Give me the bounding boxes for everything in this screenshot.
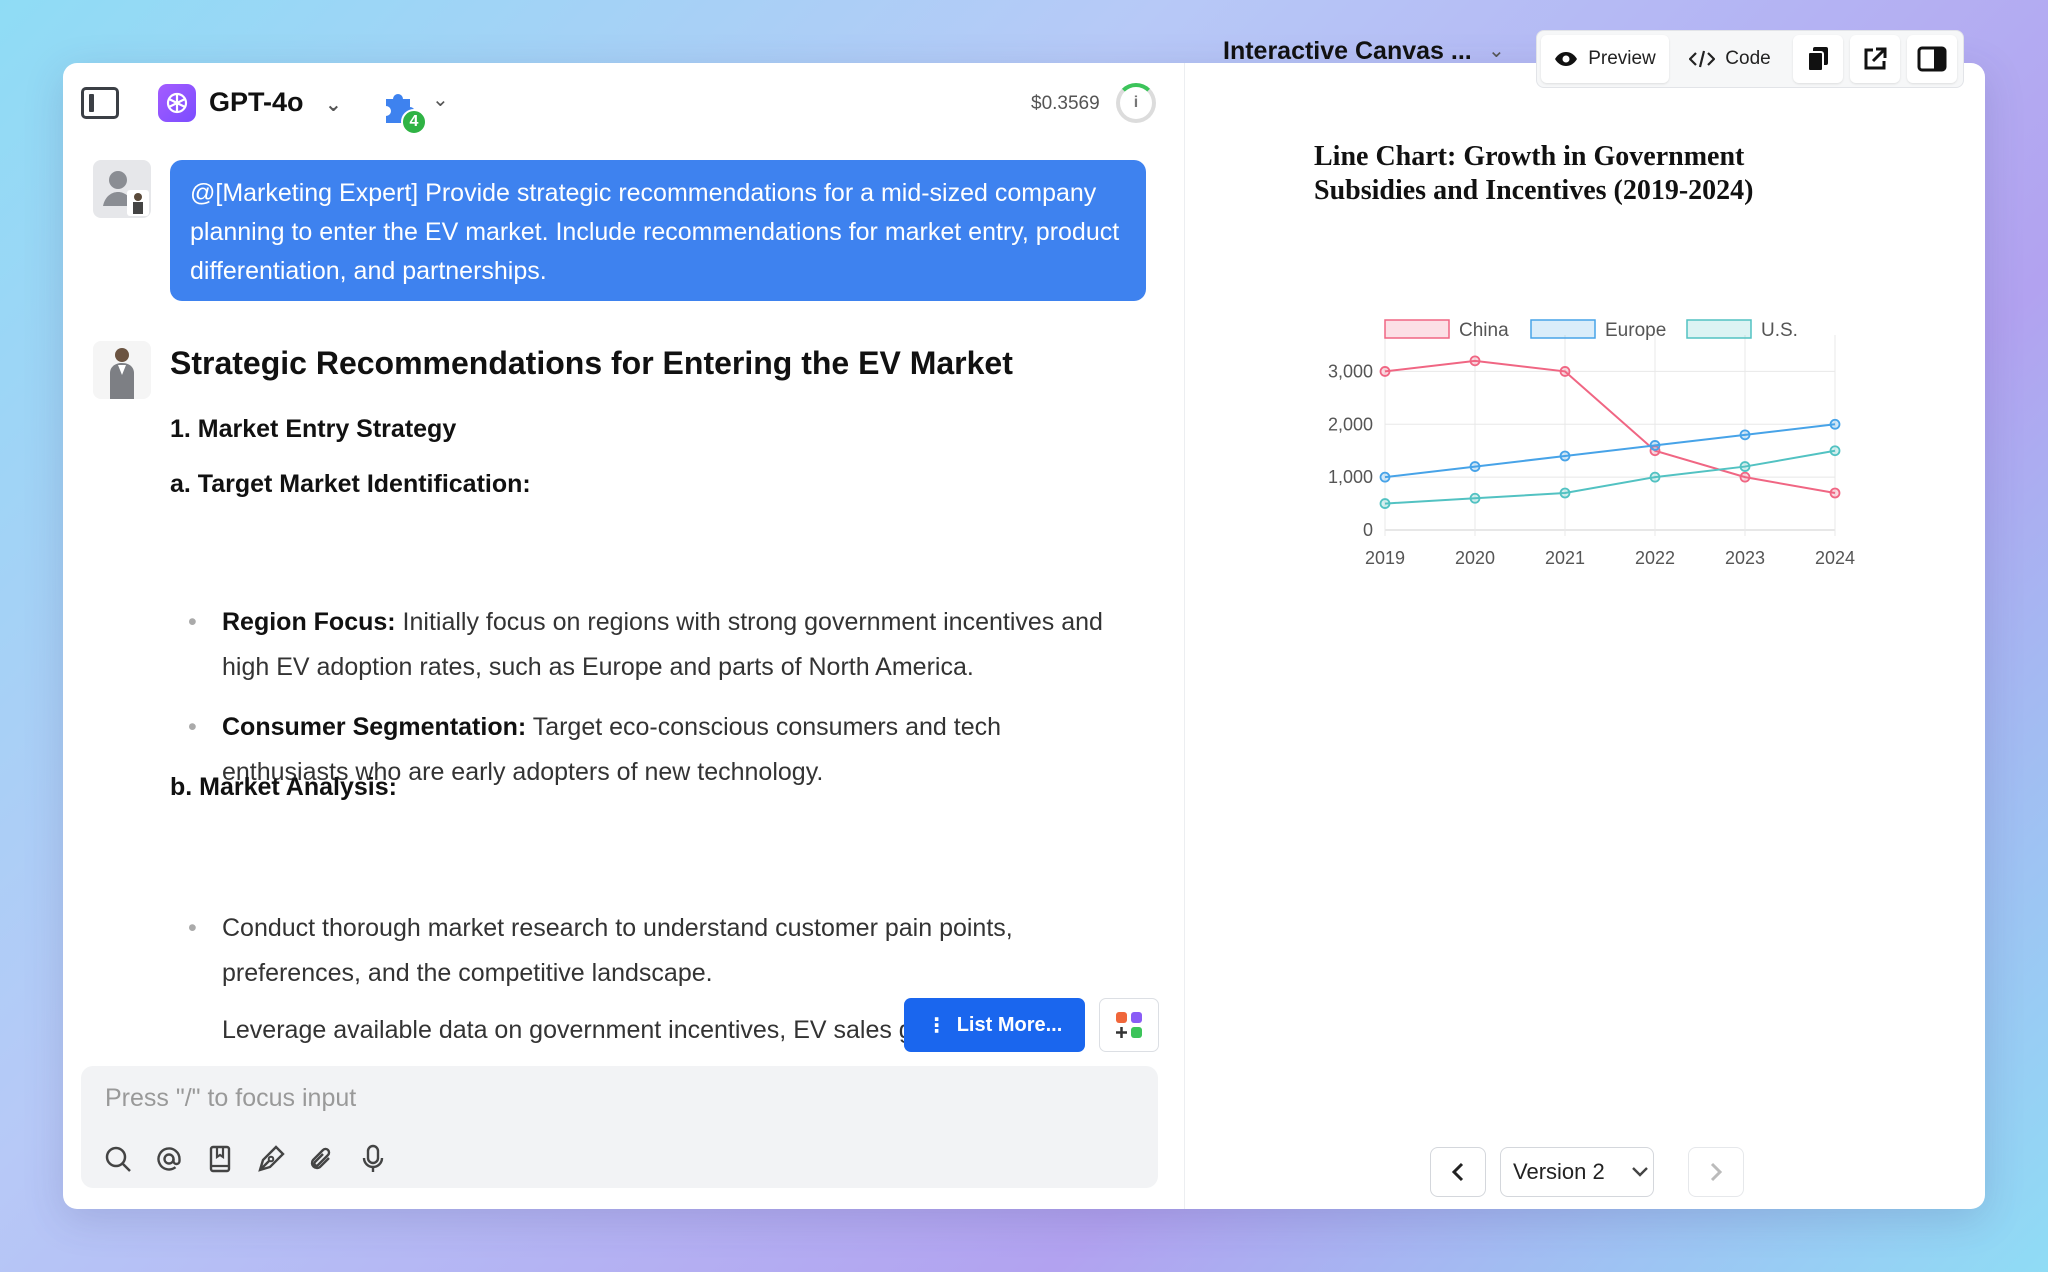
- canvas-pane: [1184, 63, 1985, 1209]
- model-selector[interactable]: GPT-4o ⌄: [209, 87, 342, 118]
- list-item: Conduct thorough market research to unde…: [188, 906, 1127, 996]
- copy-button[interactable]: [1793, 35, 1843, 83]
- cost-display: $0.3569: [1031, 93, 1100, 114]
- data-point: [1469, 492, 1481, 504]
- x-tick-label: 2024: [1815, 548, 1855, 568]
- data-point: [1379, 471, 1391, 483]
- series-line: [1384, 423, 1836, 479]
- user-avatar: [93, 160, 151, 218]
- x-tick-label: 2023: [1725, 548, 1765, 568]
- y-tick-label: 3,000: [1328, 361, 1373, 381]
- list-more-button[interactable]: ⋮ List More...: [904, 998, 1085, 1052]
- data-point: [1739, 461, 1751, 472]
- right-panel-icon: [1917, 46, 1947, 72]
- code-tab[interactable]: Code: [1676, 35, 1784, 83]
- previous-version-button[interactable]: [1430, 1147, 1486, 1197]
- x-tick-label: 2022: [1635, 548, 1675, 568]
- data-point: [1829, 445, 1841, 457]
- data-point: [1829, 418, 1841, 430]
- search-icon[interactable]: [103, 1144, 133, 1174]
- legend-label: Europe: [1605, 320, 1666, 341]
- canvas-title[interactable]: Interactive Canvas ...: [1223, 37, 1472, 66]
- sidebar-toggle-icon[interactable]: [81, 87, 119, 119]
- legend-swatch: [1686, 319, 1752, 339]
- apps-grid-icon: [1116, 1012, 1142, 1038]
- user-message-bubble: @[Marketing Expert] Provide strategic re…: [170, 160, 1146, 301]
- cost-info-icon[interactable]: i: [1116, 83, 1156, 123]
- canvas-chevron-down-icon[interactable]: ⌄: [1488, 38, 1505, 63]
- data-point: [1559, 450, 1571, 462]
- legend-swatch: [1530, 319, 1596, 339]
- assistant-heading: Strategic Recommendations for Entering t…: [170, 345, 1013, 381]
- chevron-down-icon: ⌄: [325, 94, 342, 116]
- chevron-down-icon: [1631, 1167, 1648, 1177]
- data-point: [1469, 355, 1481, 367]
- bookmark-book-icon[interactable]: [205, 1144, 235, 1174]
- data-point: [1559, 366, 1571, 377]
- chat-input[interactable]: [105, 1078, 1105, 1118]
- open-external-button[interactable]: [1850, 35, 1900, 83]
- version-select[interactable]: Version 2: [1500, 1147, 1654, 1197]
- eye-icon: [1555, 52, 1578, 66]
- chevron-left-icon: [1451, 1162, 1464, 1182]
- data-point: [1469, 461, 1481, 472]
- model-name: GPT-4o: [209, 87, 304, 117]
- data-point: [1829, 487, 1841, 499]
- data-point: [1379, 498, 1391, 509]
- preview-tab[interactable]: Preview: [1541, 35, 1669, 83]
- series-line: [1384, 359, 1836, 494]
- data-point: [1739, 429, 1751, 441]
- external-link-icon: [1864, 47, 1887, 70]
- microphone-icon[interactable]: [358, 1144, 388, 1174]
- chat-input-container: [81, 1066, 1158, 1188]
- mention-icon[interactable]: [154, 1144, 184, 1174]
- y-tick-label: 1,000: [1328, 467, 1373, 487]
- next-version-button[interactable]: [1688, 1147, 1744, 1197]
- data-point: [1559, 487, 1571, 499]
- pen-icon[interactable]: [256, 1144, 286, 1174]
- x-tick-label: 2020: [1455, 548, 1495, 568]
- panel-toggle-button[interactable]: [1907, 35, 1957, 83]
- subsection-heading-a: a. Target Market Identification:: [170, 470, 531, 498]
- attachment-icon[interactable]: [307, 1144, 337, 1174]
- apps-button[interactable]: [1099, 998, 1159, 1052]
- assistant-avatar: [93, 341, 151, 399]
- chevron-right-icon: [1710, 1162, 1723, 1182]
- x-tick-label: 2021: [1545, 548, 1585, 568]
- more-vertical-icon: ⋮: [926, 1014, 947, 1037]
- data-point: [1379, 366, 1391, 377]
- copy-icon: [1807, 47, 1828, 72]
- legend-swatch: [1384, 319, 1450, 339]
- data-point: [1649, 440, 1661, 451]
- legend-label: China: [1459, 320, 1509, 341]
- app-window: GPT-4o ⌄ 4 ⌄ $0.3569 i @[Marketing Exper…: [63, 63, 1985, 1209]
- legend-label: U.S.: [1761, 320, 1798, 341]
- plugin-chevron-down-icon[interactable]: ⌄: [432, 87, 449, 112]
- section-heading: 1. Market Entry Strategy: [170, 415, 457, 443]
- plugin-count-badge: 4: [401, 109, 427, 135]
- data-point: [1649, 471, 1661, 483]
- list-item: Region Focus: Initially focus on regions…: [188, 600, 1127, 690]
- y-tick-label: 0: [1363, 520, 1373, 540]
- y-tick-label: 2,000: [1328, 414, 1373, 434]
- model-logo-icon: [158, 84, 196, 122]
- subsection-heading-b: b. Market Analysis:: [170, 773, 397, 801]
- line-chart: 0 1,000 2,000 3,000 2019 2020 2021 2022 2023 2024…: [1328, 319, 1855, 568]
- chart-title: Line Chart: Growth in Government Subsidi…: [1314, 141, 1754, 206]
- data-point: [1739, 471, 1751, 483]
- chat-pane: GPT-4o ⌄ 4 ⌄ $0.3569 i @[Marketing Exper…: [63, 63, 1184, 1209]
- x-tick-label: 2019: [1365, 548, 1405, 568]
- code-icon: [1689, 50, 1716, 68]
